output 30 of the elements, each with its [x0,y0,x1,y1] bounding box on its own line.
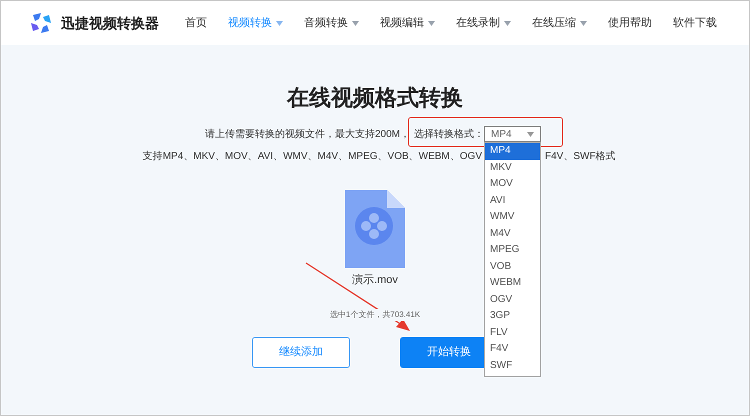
nav-link[interactable]: 使用帮助 [608,14,652,32]
format-option[interactable]: WMV [485,209,540,226]
nav-link[interactable]: 在线录制 [456,14,511,32]
file-name: 演示.mov [352,272,398,288]
nav-link[interactable]: 在线压缩 [532,14,587,32]
video-file-icon [345,190,405,268]
nav-link[interactable]: 首页 [185,14,207,32]
format-option[interactable]: M4V [485,226,540,242]
format-option[interactable]: WEBM [485,275,540,292]
format-option[interactable]: MP4 [485,143,540,160]
nav-link[interactable]: 软件下载 [673,14,717,32]
format-option[interactable]: MPEG [485,242,540,258]
caret-icon [527,132,534,136]
format-option[interactable]: MKV [485,160,540,176]
format-option[interactable]: VOB [485,258,540,275]
format-option[interactable]: AVI [485,192,540,209]
format-label: 选择转换格式： [414,128,484,142]
upload-hint: 请上传需要转换的视频文件，最大支持200M， [204,128,410,142]
logo-icon [29,11,53,35]
format-option[interactable]: MOV [485,176,540,192]
page-title: 在线视频格式转换 [287,84,463,112]
brand-name: 迅捷视频转换器 [61,14,159,32]
supported-formats: F4V、SWF格式 [545,150,616,164]
nav-link[interactable]: 音频转换 [304,14,359,32]
selection-summary: 选中1个文件，共703.41K [330,308,420,320]
nav-link[interactable]: 视频编辑 [380,14,435,32]
format-select[interactable]: MP4 [484,126,541,142]
supported-formats: 支持MP4、MKV、MOV、AVI、WMV、M4V、MPEG、VOB、WEBM、OGV [142,150,482,164]
format-option[interactable]: OGV [485,292,540,308]
format-option[interactable]: 3GP [485,308,540,324]
